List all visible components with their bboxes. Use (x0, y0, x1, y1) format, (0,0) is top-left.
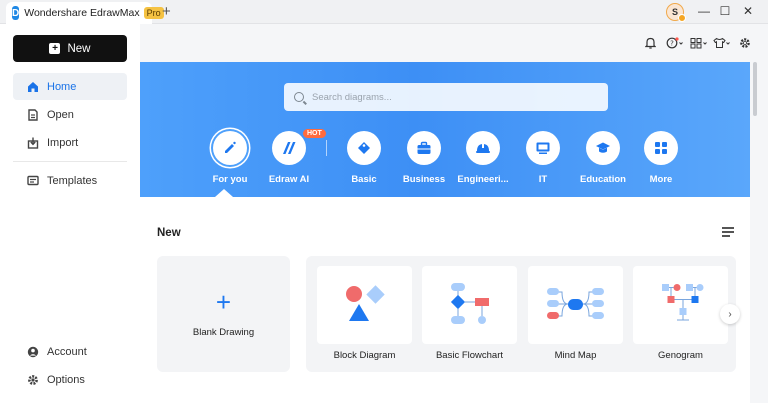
category-more[interactable]: More (626, 131, 696, 185)
category-edraw-ai[interactable]: Edraw AI (254, 131, 324, 185)
sidebar-item-label: Templates (47, 174, 98, 187)
sidebar-divider (13, 161, 127, 162)
import-icon (27, 137, 39, 149)
selected-category-pointer (215, 189, 233, 197)
apps-grid-icon[interactable] (690, 36, 708, 50)
edrawmax-logo-icon: D (12, 6, 20, 20)
search-icon (294, 92, 304, 102)
sidebar-item-options[interactable]: Options (13, 366, 127, 393)
mind-map-thumbnail (528, 266, 623, 344)
pro-badge: Pro (143, 7, 164, 19)
avatar[interactable]: S (666, 3, 686, 22)
file-icon (27, 108, 39, 121)
new-tab-button[interactable]: + (162, 3, 171, 21)
template-block-diagram[interactable]: Block Diagram (317, 266, 412, 372)
template-label: Mind Map (554, 350, 597, 361)
gear-icon (27, 374, 39, 386)
templates-icon (27, 175, 39, 187)
new-button-label: New (67, 42, 91, 55)
scrollbar-thumb[interactable] (753, 62, 757, 116)
section-title-new: New (157, 227, 181, 239)
template-label: Basic Flowchart (435, 350, 504, 361)
bell-icon[interactable] (645, 36, 656, 50)
briefcase-icon (407, 131, 441, 165)
templates-next-button[interactable]: › (720, 304, 740, 324)
sidebar-item-label: Open (47, 108, 74, 121)
home-icon (27, 81, 39, 93)
templates-panel: Block Diagram Basic Flowchart Mind Map G… (306, 256, 736, 372)
basic-tag-icon (347, 131, 381, 165)
template-mind-map[interactable]: Mind Map (528, 266, 623, 372)
sidebar-item-home[interactable]: Home (13, 73, 127, 100)
sidebar-item-open[interactable]: Open (13, 101, 127, 128)
sidebar-item-account[interactable]: Account (13, 338, 127, 365)
account-icon (27, 346, 39, 358)
sidebar-item-templates[interactable]: Templates (13, 167, 127, 194)
sidebar-item-label: Home (47, 80, 77, 93)
search-input[interactable]: Search diagrams... (284, 83, 608, 111)
title-bar: D Wondershare EdrawMax Pro + S — ☐ ✕ (0, 0, 768, 24)
edraw-ai-icon (272, 131, 306, 165)
blank-drawing-label: Blank Drawing (192, 327, 255, 338)
template-label: Genogram (658, 350, 703, 361)
more-grid-icon (644, 131, 678, 165)
basic-flowchart-thumbnail (422, 266, 517, 344)
monitor-icon (526, 131, 560, 165)
skin-shirt-icon[interactable] (713, 36, 731, 50)
content-scrollbar[interactable] (750, 62, 768, 403)
svg-text:?: ? (670, 40, 674, 48)
notification-dot-icon (678, 14, 686, 22)
template-genogram[interactable]: Genogram (633, 266, 728, 372)
plus-icon: + (215, 287, 232, 317)
template-basic-flowchart[interactable]: Basic Flowchart (422, 266, 517, 372)
main-content: Search diagrams... For you Edraw AI HOT … (140, 62, 750, 403)
template-label: Block Diagram (333, 350, 396, 361)
search-placeholder: Search diagrams... (312, 91, 392, 103)
category-divider (326, 140, 327, 156)
graduation-cap-icon (586, 131, 620, 165)
minimize-button[interactable]: — (697, 4, 711, 18)
plus-icon: + (49, 43, 61, 54)
category-label: More (649, 174, 673, 185)
avatar-initial: S (671, 7, 678, 17)
new-button[interactable]: + New (13, 35, 127, 62)
settings-gear-icon[interactable] (739, 36, 751, 50)
hard-hat-icon (466, 131, 500, 165)
filter-settings-icon[interactable] (722, 227, 734, 237)
close-button[interactable]: ✕ (741, 4, 755, 18)
block-diagram-thumbnail (317, 266, 412, 344)
help-icon[interactable]: ? (666, 36, 684, 50)
sidebar-item-import[interactable]: Import (13, 129, 127, 156)
maximize-button[interactable]: ☐ (718, 4, 732, 18)
category-label: Edraw AI (268, 174, 310, 185)
sidebar-item-label: Account (47, 345, 87, 358)
sidebar: + New Home Open Import Templates Account (0, 24, 140, 403)
blank-drawing-card[interactable]: + Blank Drawing (157, 256, 290, 372)
genogram-thumbnail (633, 266, 728, 344)
sidebar-item-label: Options (47, 373, 85, 386)
hero-banner: Search diagrams... For you Edraw AI HOT … (140, 62, 750, 197)
for-you-icon (213, 131, 247, 165)
app-name: Wondershare EdrawMax (24, 7, 140, 19)
app-tab[interactable]: D Wondershare EdrawMax Pro (6, 2, 164, 24)
hot-badge: HOT (303, 129, 326, 138)
sidebar-item-label: Import (47, 136, 79, 149)
chevron-right-icon: › (728, 308, 732, 320)
